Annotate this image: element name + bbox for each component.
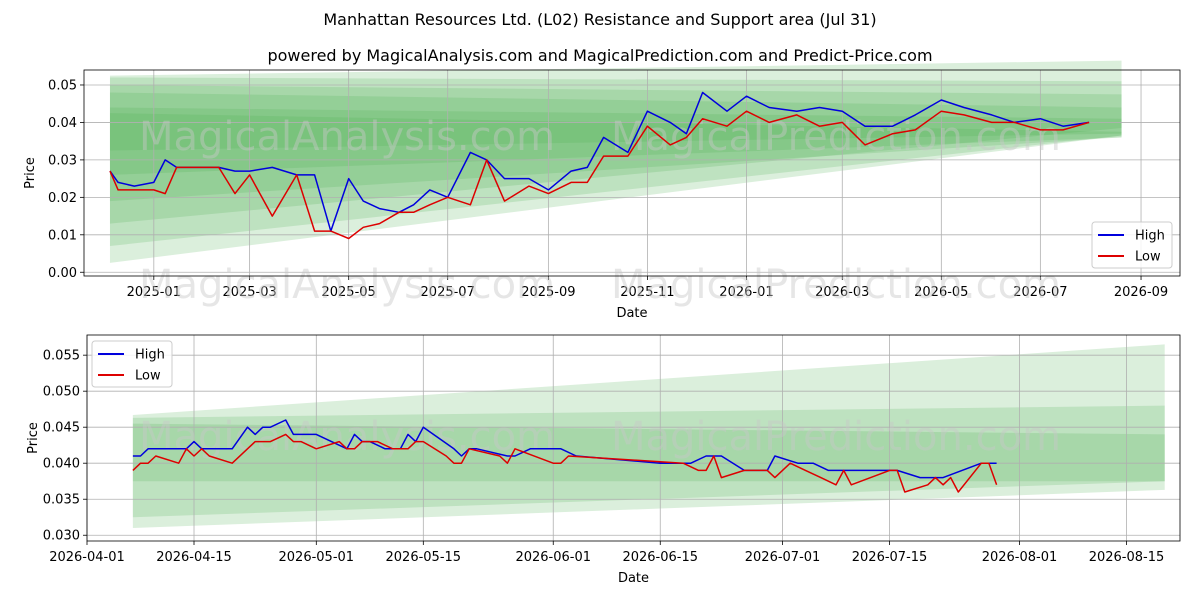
x-tick-label: 2026-04-15: [156, 550, 232, 565]
y-tick-label: 0.035: [43, 493, 80, 508]
legend-label-low: Low: [1135, 250, 1161, 265]
legend-label-high: High: [1135, 229, 1165, 244]
main-chart-panel: 2025-01 2025-03 2025-05 2025-07 2025-09 2025-…: [23, 60, 1181, 321]
x-tick-label: 2026-05-01: [279, 550, 355, 565]
y-tick-label: 0.040: [43, 457, 80, 472]
x-tick-label: 2026-09: [1114, 285, 1168, 300]
y-tick-label: 0.02: [48, 191, 77, 206]
x-tick-label: 2026-04-01: [49, 550, 125, 565]
y-tick-label: 0.045: [43, 421, 80, 436]
zoom-chart-panel: 2026-04-01 2026-04-15 2026-05-01 2026-05-15…: [26, 334, 1181, 586]
y-axis-label: Price: [23, 157, 38, 189]
x-tick-label: 2026-06-15: [622, 550, 698, 565]
y-tick-label: 0.00: [48, 266, 77, 281]
x-tick-label: 2026-05-15: [386, 550, 462, 565]
watermark-text: MagicalPrediction.com: [611, 414, 1061, 460]
y-tick-label: 0.050: [43, 385, 80, 400]
y-tick-label: 0.05: [48, 78, 77, 93]
chart-canvas: 2025-01 2025-03 2025-05 2025-07 2025-09 2025-…: [23, 60, 1181, 586]
legend: High Low: [1091, 221, 1173, 269]
x-axis-label: Date: [616, 306, 647, 321]
x-tick-label: 2026-07-01: [745, 550, 821, 565]
watermark-text: MagicalAnalysis.com: [139, 262, 555, 308]
legend-label-high: High: [135, 348, 165, 363]
x-tick-label: 2026-08-15: [1089, 550, 1165, 565]
x-tick-label: 2026-08-01: [982, 550, 1058, 565]
legend: High Low: [91, 340, 173, 388]
y-tick-label: 0.04: [48, 116, 77, 131]
y-tick-label: 0.055: [43, 349, 80, 364]
y-tick-label: 0.030: [43, 529, 80, 544]
legend-label-low: Low: [135, 369, 161, 384]
y-axis-label: Price: [26, 422, 41, 454]
x-axis-label: Date: [618, 571, 649, 586]
watermark-text: MagicalPrediction.com: [611, 114, 1061, 160]
y-tick-label: 0.03: [48, 153, 77, 168]
x-tick-label: 2026-06-01: [515, 550, 591, 565]
watermark-text: MagicalPrediction.com: [611, 262, 1061, 308]
watermark-text: MagicalAnalysis.com: [139, 114, 555, 160]
x-tick-label: 2026-07-15: [852, 550, 928, 565]
y-tick-label: 0.01: [48, 228, 77, 243]
